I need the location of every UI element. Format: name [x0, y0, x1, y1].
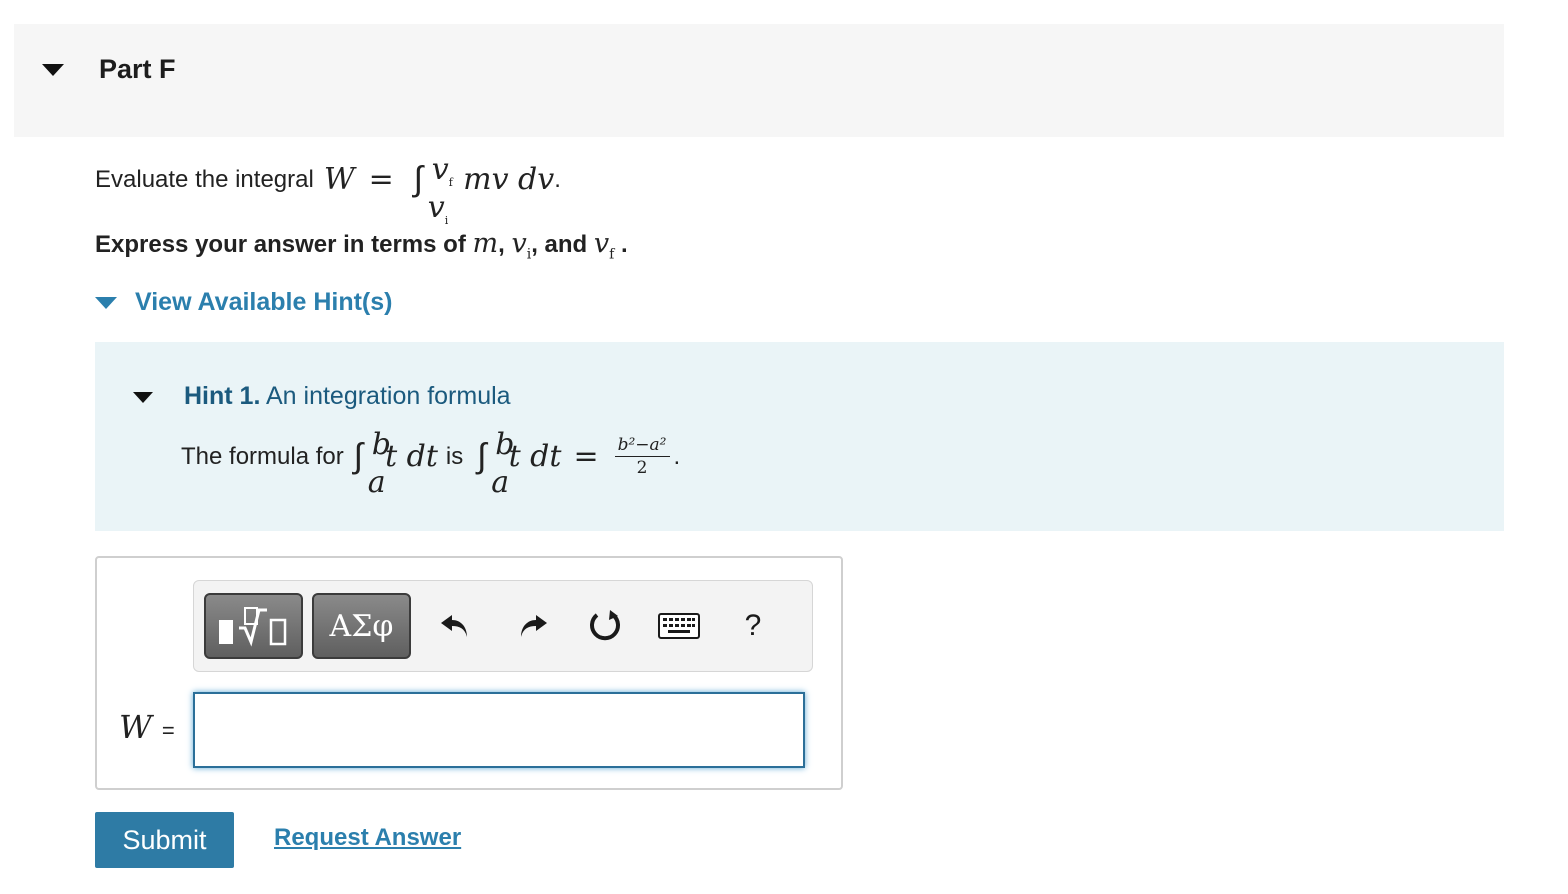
hint-formula: The formula for ∫ b a t dt is ∫ b a t dt… [181, 427, 681, 500]
question-suffix: . [554, 165, 561, 193]
instruction-suffix: . [621, 231, 628, 258]
hint-int2-lower: a [491, 465, 510, 500]
question-integral: ∫ vf vi [413, 152, 453, 227]
templates-button[interactable] [204, 593, 303, 659]
hint-int1-upper: b [371, 427, 391, 462]
integral-upper-limit: vf [431, 152, 453, 189]
hint-integral-1: ∫ b a [353, 427, 391, 500]
templates-icon [218, 607, 286, 647]
view-hints-label[interactable]: View Available Hint(s) [135, 288, 392, 317]
answer-label: W = [119, 708, 175, 746]
part-header[interactable]: Part F [14, 24, 1504, 137]
reset-icon[interactable] [582, 603, 628, 649]
help-button[interactable]: ? [730, 603, 776, 649]
hint-int1-lower: a [367, 465, 386, 500]
answer-input[interactable] [193, 692, 805, 768]
hint-collapse-triangle-icon[interactable] [133, 392, 153, 403]
answer-instruction: Express your answer in terms of m, vi, a… [95, 228, 628, 262]
hint-title-text: An integration formula [265, 382, 511, 410]
instruction-var-vi: vi [511, 228, 532, 263]
hint-panel: Hint 1. An integration formula The formu… [95, 342, 1504, 531]
part-title: Part F [99, 54, 176, 84]
keyboard-icon[interactable] [656, 603, 702, 649]
hint-integral-2: ∫ b a [477, 427, 514, 500]
greek-symbols-button[interactable]: ΑΣφ [312, 593, 411, 659]
instruction-comma: , [498, 231, 505, 258]
hint-int2-integrand: t dt [508, 439, 562, 474]
hint-text-prefix: The formula for [181, 442, 344, 470]
submit-button[interactable]: Submit [95, 812, 234, 868]
question-lhs: W [323, 162, 355, 197]
integral-sign: ∫ [353, 437, 364, 475]
collapse-triangle-icon[interactable] [42, 64, 64, 76]
expand-triangle-icon[interactable] [95, 296, 117, 309]
hint-int1-integrand: t dt [385, 439, 438, 474]
math-toolbar: ΑΣφ ? [193, 580, 813, 672]
request-answer-link[interactable]: Request Answer [274, 824, 461, 852]
view-hints-toggle[interactable]: View Available Hint(s) [95, 288, 392, 317]
question-text: Evaluate the integral W = ∫ vf vi mv dv … [95, 152, 561, 227]
hint-fraction: b²−a² 2 [614, 434, 670, 479]
hint-text-mid: is [445, 442, 464, 470]
hint-number: Hint 1. [184, 382, 261, 410]
instruction-and: , and [531, 231, 588, 258]
instruction-prefix: Express your answer in terms of [95, 231, 466, 258]
answer-panel: ΑΣφ ? W = [95, 556, 843, 790]
hint-suffix: . [673, 442, 681, 470]
integral-sign: ∫ [413, 160, 424, 198]
answer-variable: W [119, 708, 152, 746]
undo-icon[interactable] [432, 603, 478, 649]
instruction-var-vf: vf [593, 228, 615, 263]
hint-int2-upper: b [495, 427, 515, 462]
question-prefix: Evaluate the integral [95, 165, 314, 193]
answer-equals: = [161, 718, 175, 743]
redo-icon[interactable] [510, 603, 556, 649]
integral-sign: ∫ [477, 437, 487, 475]
question-integrand: mv dv [463, 162, 555, 197]
hint-title[interactable]: Hint 1. An integration formula [184, 382, 511, 411]
integral-lower-limit: vi [427, 190, 449, 227]
question-equals: = [368, 162, 394, 197]
hint-fraction-denominator: 2 [636, 458, 648, 478]
instruction-var-m: m [472, 228, 499, 259]
hint-equals: = [573, 439, 599, 474]
hint-fraction-numerator: b²−a² [614, 434, 670, 457]
